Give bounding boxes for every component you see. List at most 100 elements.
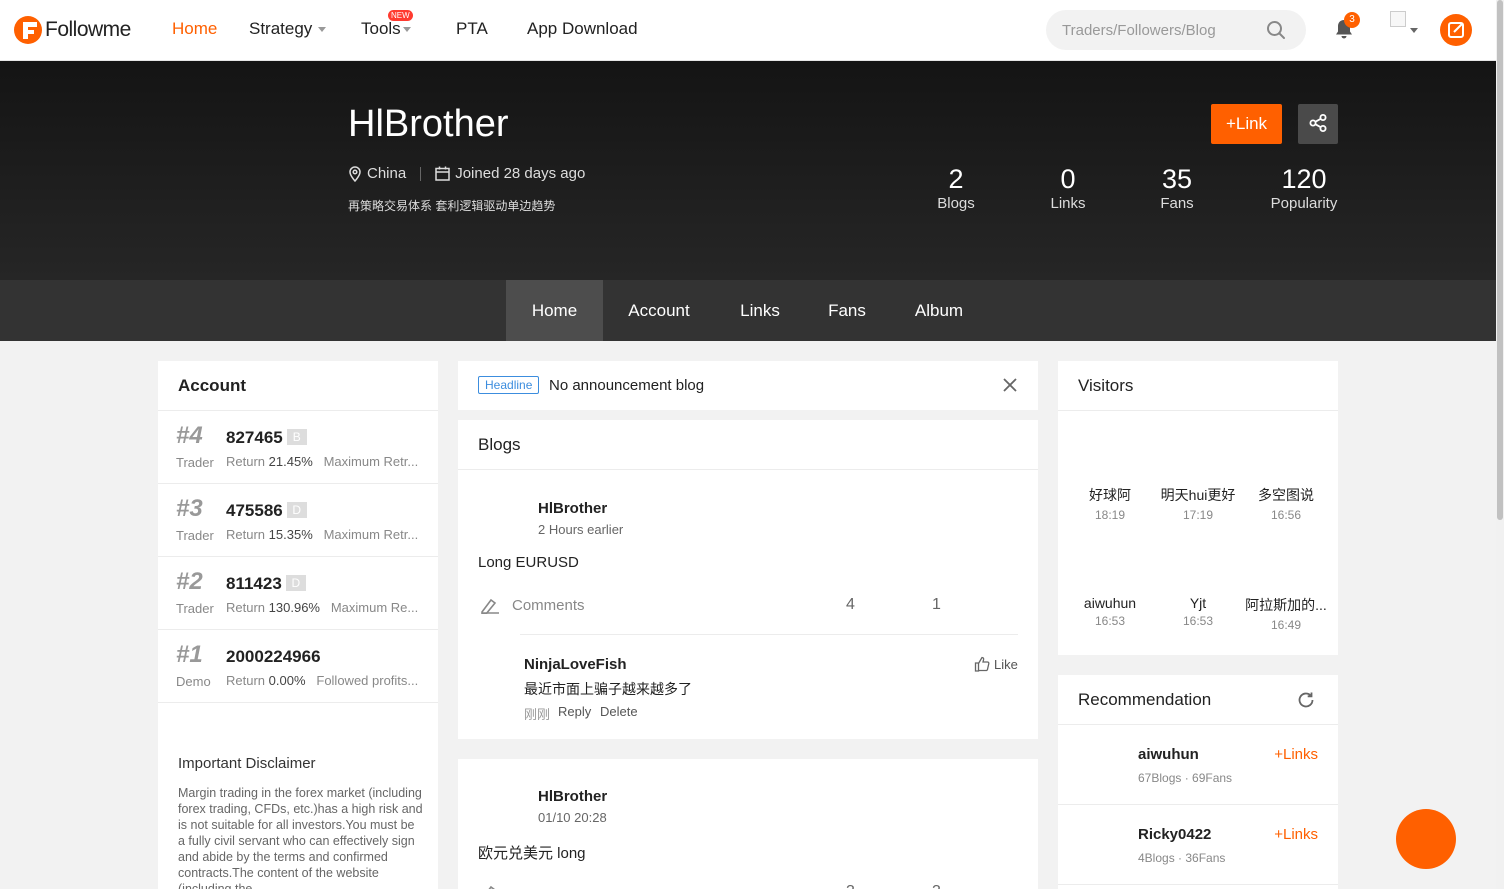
chevron-down-icon[interactable] (1410, 28, 1418, 33)
tab-links[interactable]: Links (728, 280, 792, 341)
nav-pta[interactable]: PTA (456, 19, 488, 39)
search-icon[interactable] (1266, 20, 1286, 40)
tab-album[interactable]: Album (902, 280, 976, 341)
post-body[interactable]: 欧元兑美元 long (478, 842, 586, 863)
post-body[interactable]: Long EURUSD (478, 554, 579, 571)
thumbs-up-icon (974, 656, 990, 672)
recommended-user-name[interactable]: Ricky0422 (1138, 826, 1211, 843)
add-link-button[interactable]: +Links (1274, 746, 1318, 763)
stat-blogs[interactable]: 2 Blogs (926, 163, 986, 212)
return-label: Return (226, 673, 266, 688)
profile-bio: 再策略交易体系 套利逻辑驱动单边趋势 (348, 199, 556, 213)
account-panel: Account #4 827465 B Trader Return 21.45% … (158, 361, 438, 889)
like-button[interactable]: Like (974, 656, 1018, 672)
notification-count-badge: 3 (1344, 12, 1360, 28)
profile-name: HlBrother (348, 103, 509, 145)
comment-edit-icon[interactable] (480, 883, 500, 889)
visitor-name: 好球阿 (1089, 487, 1131, 503)
account-row[interactable]: #4 827465 B Trader Return 21.45% Maximum … (158, 411, 438, 484)
recommended-user-name[interactable]: aiwuhun (1138, 746, 1199, 763)
visitor-time: 16:49 (1270, 618, 1302, 632)
search-input[interactable] (1062, 10, 1262, 50)
comment-author[interactable]: NinjaLoveFish (524, 656, 627, 673)
nav-strategy-label: Strategy (249, 19, 313, 38)
blogs-panel: Blogs HlBrother 2 Hours earlier Long EUR… (458, 420, 1038, 739)
return-value: 21.45% (268, 454, 313, 469)
post-author[interactable]: HlBrother (538, 788, 607, 805)
account-extra: Maximum Retr... (323, 527, 419, 542)
tab-fans[interactable]: Fans (818, 280, 876, 341)
return-value: 0.00% (268, 673, 306, 688)
tab-account[interactable]: Account (614, 280, 704, 341)
comments-button[interactable]: Comments (512, 597, 585, 614)
return-label: Return (226, 527, 266, 542)
recommendation-panel: Recommendation aiwuhun 67Blogs · 69Fans … (1058, 675, 1338, 889)
visitor-time: 16:53 (1094, 614, 1126, 628)
user-avatar[interactable] (1390, 11, 1406, 27)
scrollbar-thumb[interactable] (1497, 0, 1503, 520)
account-extra: Maximum Re... (330, 600, 419, 615)
blogs-title: Blogs (458, 420, 1038, 470)
account-number-wrap: 2000224966 (226, 647, 321, 667)
post-count[interactable]: 4 (846, 596, 855, 614)
visitor-time: 17:19 (1182, 508, 1214, 522)
post-count[interactable]: 3 (846, 883, 855, 889)
write-post-button[interactable] (1440, 14, 1472, 46)
account-type: Trader (176, 601, 214, 616)
visitor-item[interactable]: 好球阿 18:19 (1066, 485, 1154, 522)
visitor-item[interactable]: Yjt 16:53 (1154, 595, 1242, 628)
account-stats: Return 21.45% Maximum Retr... (226, 454, 422, 469)
account-type: Trader (176, 455, 214, 470)
stat-links[interactable]: 0 Links (1038, 163, 1098, 212)
account-row[interactable]: #2 811423 D Trader Return 130.96% Maximum… (158, 557, 438, 630)
new-badge: NEW (388, 10, 413, 21)
account-row[interactable]: #1 2000224966 Demo Return 0.00% Followed… (158, 630, 438, 703)
close-icon[interactable] (1002, 377, 1018, 393)
recommended-user[interactable]: Ricky0422 4Blogs · 36Fans +Links (1058, 805, 1338, 885)
visitor-name: 阿拉斯加的... (1245, 597, 1327, 613)
account-extra: Followed profits... (316, 673, 419, 688)
comment-edit-icon[interactable] (480, 596, 500, 614)
tab-home[interactable]: Home (506, 280, 603, 341)
visitor-item[interactable]: 明天hui更好 17:19 (1154, 485, 1242, 522)
visitors-panel: Visitors 好球阿 18:19 明天hui更好 17:19 多空图说 16:56… (1058, 361, 1338, 655)
account-number-wrap: 811423 D (226, 574, 306, 594)
account-row[interactable]: #3 475586 D Trader Return 15.35% Maximum … (158, 484, 438, 557)
stat-label: Blogs (937, 195, 975, 212)
recommended-user-stats: 4Blogs · 36Fans (1138, 851, 1226, 865)
stat-popularity[interactable]: 120 Popularity (1266, 163, 1342, 212)
recommended-user[interactable]: aiwuhun 67Blogs · 69Fans +Links (1058, 725, 1338, 805)
stat-value: 2 (948, 164, 964, 194)
delete-button[interactable]: Delete (600, 704, 638, 719)
refresh-icon[interactable] (1296, 690, 1316, 710)
visitor-item[interactable]: 阿拉斯加的... 16:49 (1242, 595, 1330, 632)
link-button[interactable]: +Link (1211, 104, 1282, 144)
share-button[interactable] (1298, 104, 1338, 144)
account-number-wrap: 475586 D (226, 501, 307, 521)
recommended-user-stats: 67Blogs · 69Fans (1138, 771, 1233, 785)
disclaimer-title: Important Disclaimer (178, 755, 316, 772)
nav-tools[interactable]: Tools (361, 19, 411, 39)
post-count[interactable]: 1 (932, 596, 941, 614)
account-number-wrap: 827465 B (226, 428, 307, 448)
return-label: Return (226, 600, 266, 615)
nav-home[interactable]: Home (172, 19, 217, 39)
followme-logo[interactable]: Followme (14, 14, 131, 46)
visitor-item[interactable]: 多空图说 16:56 (1242, 485, 1330, 522)
reply-button[interactable]: Reply (558, 704, 591, 719)
visitor-item[interactable]: aiwuhun 16:53 (1066, 595, 1154, 628)
add-link-button[interactable]: +Links (1274, 826, 1318, 843)
post-author[interactable]: HlBrother (538, 500, 607, 517)
page-scrollbar[interactable] (1496, 0, 1504, 889)
headline-bar: Headline No announcement blog (458, 361, 1038, 410)
account-type-badge: D (286, 502, 307, 518)
share-icon (1309, 113, 1327, 132)
post-count[interactable]: 3 (932, 883, 941, 889)
visitor-name: aiwuhun (1083, 595, 1137, 611)
stat-fans[interactable]: 35 Fans (1147, 163, 1207, 212)
visitor-name: 明天hui更好 (1160, 487, 1236, 503)
account-number: 811423 (226, 574, 282, 593)
nav-app-download[interactable]: App Download (527, 19, 638, 39)
floating-action-button[interactable] (1396, 809, 1456, 869)
nav-strategy[interactable]: Strategy (249, 19, 327, 39)
